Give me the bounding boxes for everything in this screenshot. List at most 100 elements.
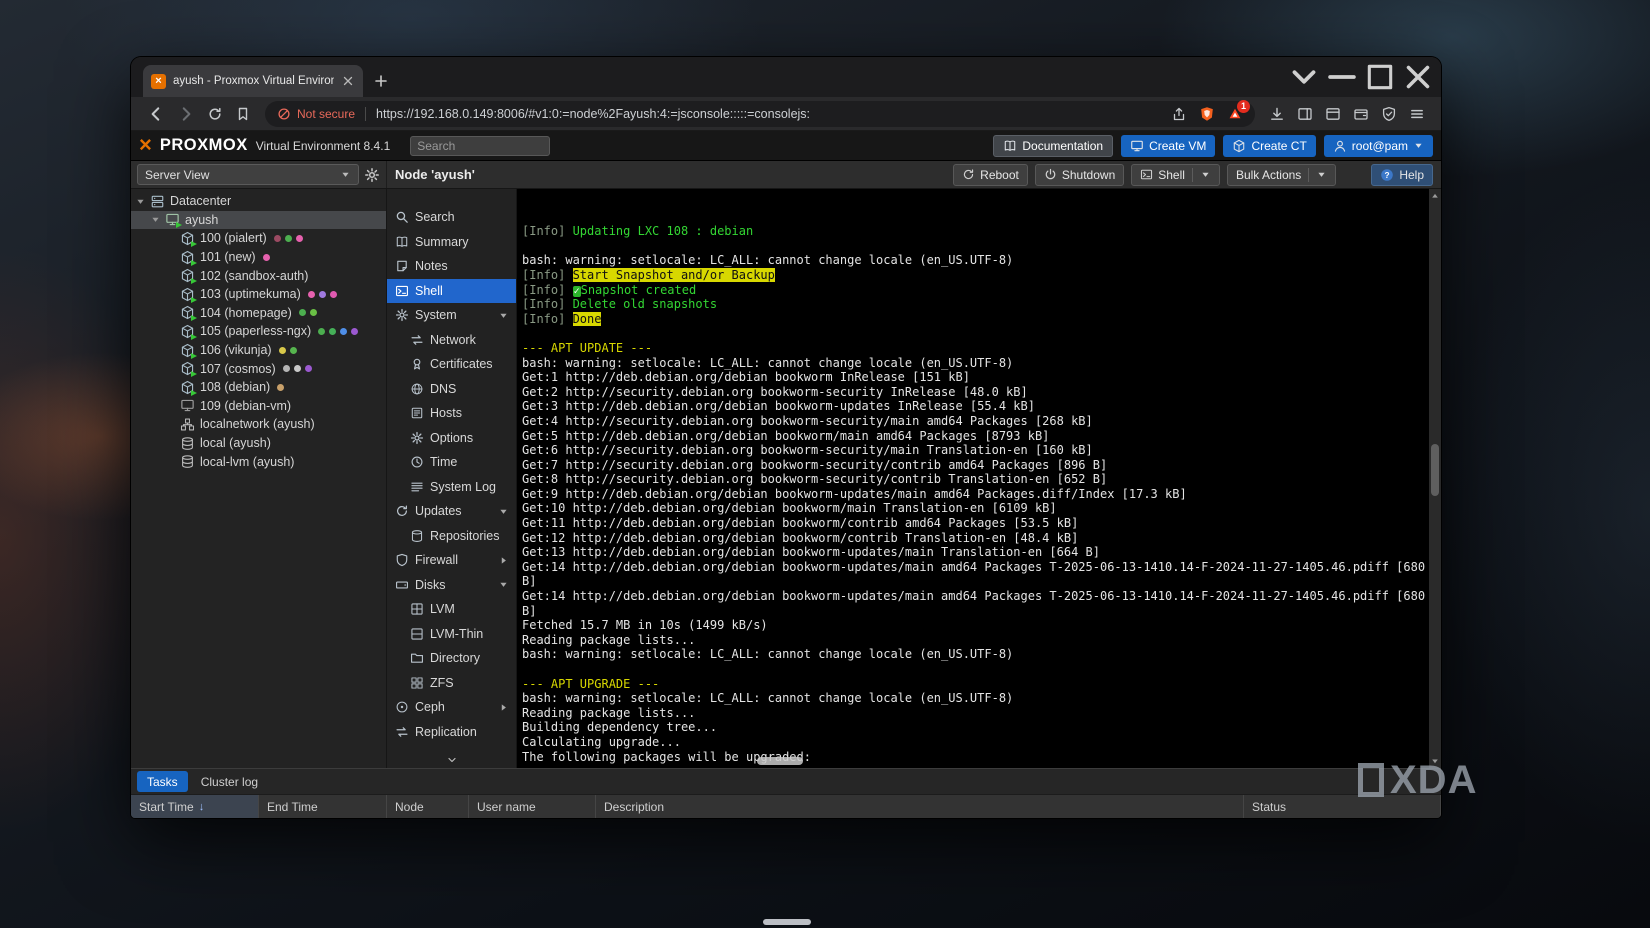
column-header-user-name[interactable]: User name [469, 795, 596, 818]
nav-item-time[interactable]: Time [387, 450, 516, 475]
tab-search-chevron-icon[interactable] [1285, 57, 1323, 97]
documentation-button[interactable]: Documentation [993, 135, 1113, 157]
tree-item-103-uptimekuma[interactable]: 103 (uptimekuma) [131, 285, 386, 304]
forward-button[interactable] [177, 105, 195, 123]
shell-button[interactable]: Shell [1131, 164, 1220, 186]
server-view-dropdown[interactable]: Server View [137, 164, 359, 185]
create-vm-button[interactable]: Create VM [1121, 135, 1215, 157]
shutdown-button[interactable]: Shutdown [1035, 164, 1124, 186]
menu-icon[interactable] [1409, 106, 1425, 122]
folder-icon [410, 651, 424, 665]
back-button[interactable] [147, 105, 165, 123]
tree-caret-spacer [165, 438, 179, 449]
window-maximize-button[interactable] [1361, 57, 1399, 97]
caret-down-icon[interactable] [498, 310, 509, 321]
column-header-end-time[interactable]: End Time [259, 795, 387, 818]
download-icon[interactable] [1269, 106, 1285, 122]
column-header-description[interactable]: Description [596, 795, 1244, 818]
terminal-icon [395, 284, 409, 298]
reboot-button[interactable]: Reboot [953, 164, 1028, 186]
caret-down-icon[interactable] [498, 506, 509, 517]
tree-item-106-vikunja[interactable]: 106 (vikunja) [131, 341, 386, 360]
nav-item-system[interactable]: System [387, 303, 516, 328]
tree-item-local-lvm-ayush[interactable]: local-lvm (ayush) [131, 452, 386, 471]
nav-item-zfs[interactable]: ZFS [387, 671, 516, 696]
bulk-actions-button[interactable]: Bulk Actions [1227, 164, 1336, 186]
nav-item-ceph[interactable]: Ceph [387, 695, 516, 720]
url-bar[interactable]: Not secure https://192.168.0.149:8006/#v… [265, 101, 1255, 127]
bookmark-icon[interactable] [235, 106, 251, 122]
tree-caret-icon[interactable] [135, 196, 149, 207]
tab-close-icon[interactable] [341, 74, 355, 88]
nav-item-directory[interactable]: Directory [387, 646, 516, 671]
caret-down-icon[interactable] [498, 579, 509, 590]
tree-item-107-cosmos[interactable]: 107 (cosmos) [131, 359, 386, 378]
nav-item-disks[interactable]: Disks [387, 573, 516, 598]
global-search-input[interactable] [410, 136, 550, 156]
tag-dot [296, 235, 303, 242]
nav-item-summary[interactable]: Summary [387, 230, 516, 255]
tree-item-localnetwork-ayush[interactable]: localnetwork (ayush) [131, 415, 386, 434]
column-header-node[interactable]: Node [387, 795, 469, 818]
share-icon[interactable] [1171, 106, 1187, 122]
scroll-up-icon[interactable] [1430, 191, 1440, 201]
not-secure-icon[interactable] [277, 107, 291, 121]
caret-right-icon[interactable] [498, 702, 509, 713]
column-header-start-time[interactable]: Start Time↓ [131, 795, 259, 818]
nav-item-certificates[interactable]: Certificates [387, 352, 516, 377]
scrollbar-thumb[interactable] [1431, 444, 1439, 496]
help-button[interactable]: ? Help [1371, 164, 1433, 186]
sidebar-toggle-icon[interactable] [1297, 106, 1313, 122]
tree-item-ayush[interactable]: ayush [131, 211, 386, 230]
brave-rewards-button[interactable]: 1 [1227, 106, 1243, 122]
nav-item-lvm[interactable]: LVM [387, 597, 516, 622]
nav-item-dns[interactable]: DNS [387, 377, 516, 402]
nav-item-shell[interactable]: Shell [387, 279, 516, 304]
nav-item-hosts[interactable]: Hosts [387, 401, 516, 426]
caret-right-icon[interactable] [498, 555, 509, 566]
nav-item-system-log[interactable]: System Log [387, 475, 516, 500]
nav-item-network[interactable]: Network [387, 328, 516, 353]
horizontal-scrollbar-thumb[interactable] [757, 757, 803, 765]
tree-settings-gear-icon[interactable] [364, 167, 380, 183]
tree-item-100-pialert[interactable]: 100 (pialert) [131, 229, 386, 248]
scroll-down-chevron-icon[interactable] [446, 754, 458, 766]
create-ct-button[interactable]: Create CT [1223, 135, 1315, 157]
tree-item-local-ayush[interactable]: local (ayush) [131, 434, 386, 453]
nav-item-firewall[interactable]: Firewall [387, 548, 516, 573]
tab-tasks[interactable]: Tasks [137, 771, 188, 792]
browser-window: × ayush - Proxmox Virtual Environ... Not… [131, 57, 1441, 818]
nav-item-options[interactable]: Options [387, 426, 516, 451]
tree-item-101-new[interactable]: 101 (new) [131, 248, 386, 267]
window-minimize-button[interactable] [1323, 57, 1361, 97]
tree-item-104-homepage[interactable]: 104 (homepage) [131, 304, 386, 323]
nav-item-repositories[interactable]: Repositories [387, 524, 516, 549]
nav-item-search[interactable]: Search [387, 205, 516, 230]
tree-item-datacenter[interactable]: Datacenter [131, 192, 386, 211]
tree-item-109-debian-vm[interactable]: 109 (debian-vm) [131, 397, 386, 416]
reload-button[interactable] [207, 106, 223, 122]
caret-down-icon[interactable] [1200, 169, 1211, 180]
new-tab-button[interactable] [373, 73, 389, 89]
caret-down-icon[interactable] [1316, 169, 1327, 180]
wallet-icon[interactable] [1353, 106, 1369, 122]
window-close-button[interactable] [1399, 57, 1437, 97]
nav-item-replication[interactable]: Replication [387, 720, 516, 745]
column-label: Node [395, 800, 424, 814]
reading-list-icon[interactable] [1325, 106, 1341, 122]
browser-tab[interactable]: × ayush - Proxmox Virtual Environ... [143, 65, 363, 97]
tree-item-108-debian[interactable]: 108 (debian) [131, 378, 386, 397]
tree-item-105-paperless-ngx[interactable]: 105 (paperless-ngx) [131, 322, 386, 341]
user-menu-button[interactable]: root@pam [1324, 135, 1433, 157]
tree-caret-icon[interactable] [150, 214, 164, 225]
nav-item-notes[interactable]: Notes [387, 254, 516, 279]
nav-item-lvm-thin[interactable]: LVM-Thin [387, 622, 516, 647]
privacy-shield-icon[interactable] [1381, 106, 1397, 122]
nav-item-label: Options [430, 431, 473, 445]
tree-item-102-sandbox-auth[interactable]: 102 (sandbox-auth) [131, 266, 386, 285]
nav-item-updates[interactable]: Updates [387, 499, 516, 524]
terminal-output[interactable]: [Info] Updating LXC 108 : debianbash: wa… [517, 189, 1429, 768]
tab-cluster-log[interactable]: Cluster log [191, 771, 268, 792]
vertical-scrollbar[interactable] [1429, 189, 1441, 768]
brave-shield-icon[interactable] [1199, 106, 1215, 122]
